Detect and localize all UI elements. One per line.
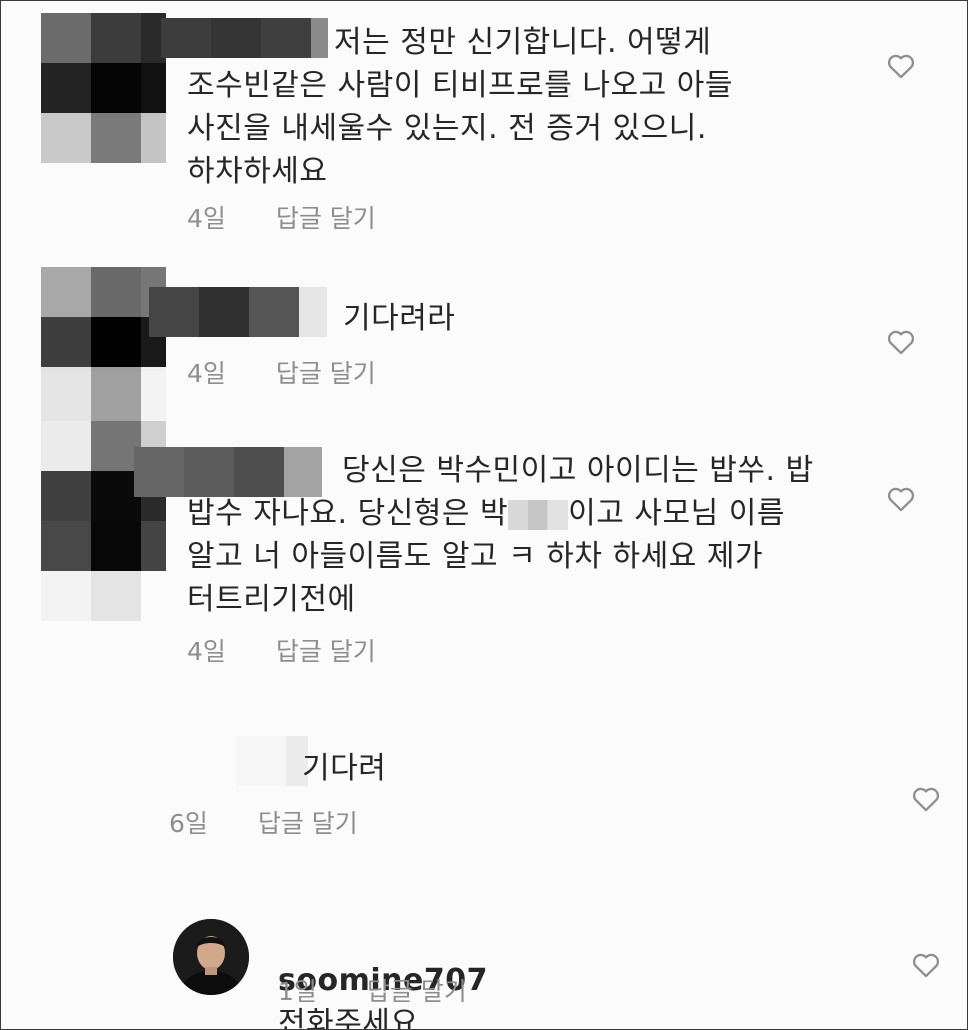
comment-text: 저는 정만 신기합니다. 어떻게 조수빈같은 사람이 티비프로를 나오고 아들 … — [187, 25, 733, 189]
heart-icon[interactable] — [884, 48, 918, 82]
comment-time: 4일 — [187, 204, 226, 233]
reply-button[interactable]: 답글 달기 — [276, 359, 376, 388]
comment-text: 기다려라 — [343, 301, 456, 336]
reply-button[interactable]: 답글 달기 — [276, 204, 376, 233]
comment-time: 1일 — [278, 977, 317, 1006]
reply-button[interactable]: 답글 달기 — [367, 977, 467, 1006]
comment-text: 기다려 — [302, 751, 387, 786]
heart-icon[interactable] — [909, 781, 943, 815]
profile-photo — [173, 919, 249, 995]
comment-meta: 4일 답글 달기 — [187, 354, 418, 390]
comment-meta: 6일 답글 달기 — [169, 804, 400, 840]
comment-time: 4일 — [187, 359, 226, 388]
username-censored — [236, 736, 308, 786]
comment-thread: 저는 정만 신기합니다. 어떻게 조수빈같은 사람이 티비프로를 나오고 아들 … — [0, 0, 968, 1030]
heart-icon[interactable] — [909, 947, 943, 981]
comment-time: 4일 — [187, 637, 226, 666]
comment-meta: 4일 답글 달기 — [187, 632, 418, 668]
censored-name — [508, 499, 569, 530]
reply-button[interactable]: 답글 달기 — [276, 637, 376, 666]
comment-text: 당신은 박수민이고 아이디는 밥쑤. 밥 밥수 자나요. 당신형은 박 이고 사모… — [187, 449, 814, 621]
username-censored — [149, 287, 327, 337]
heart-icon[interactable] — [884, 481, 918, 515]
avatar[interactable] — [173, 919, 249, 995]
reply-button[interactable]: 답글 달기 — [258, 809, 358, 838]
comment-body: 전화주세요 — [278, 1006, 419, 1030]
comment-meta: 1일 답글 달기 — [278, 972, 509, 1008]
avatar-censored — [41, 13, 166, 163]
heart-icon[interactable] — [884, 324, 918, 358]
comment-meta: 4일 답글 달기 — [187, 199, 418, 235]
comment-time: 6일 — [169, 809, 208, 838]
